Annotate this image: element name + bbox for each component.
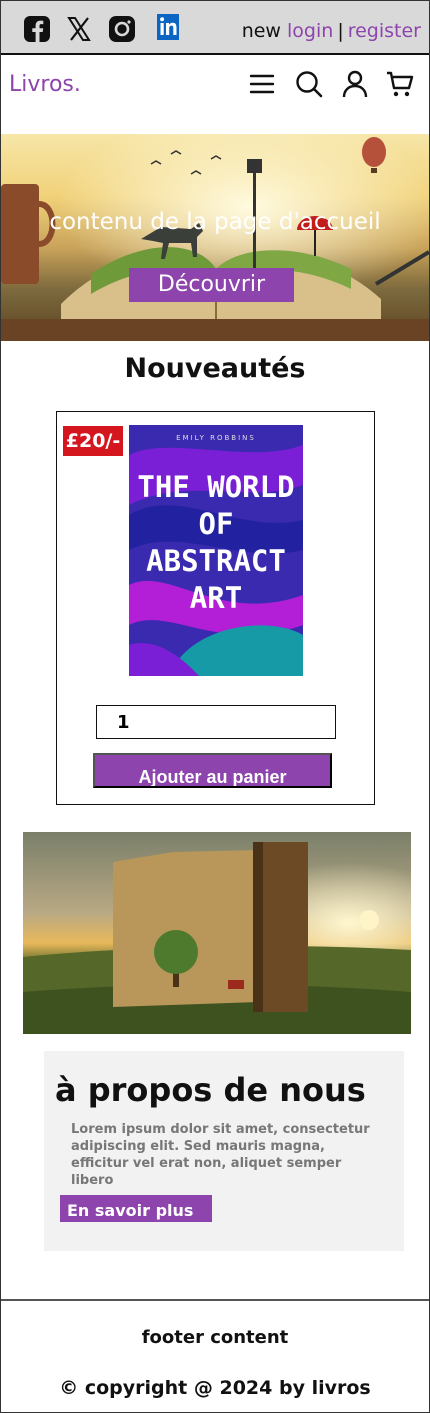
hero-banner: contenu de la page d'accueil Découvrir [1,134,429,341]
section-title: Nouveautés [124,353,306,384]
quantity-input[interactable] [96,705,336,739]
about-image [23,832,411,1034]
cover-author: EMILY ROBBINS [176,434,256,442]
facebook-icon[interactable] [23,15,51,43]
instagram-icon[interactable] [108,15,136,43]
cover-title: THE WORLD OF ABSTRACT ART [137,470,295,615]
learn-more-button[interactable]: En savoir plus [60,1195,212,1222]
auth-links: new login | register [242,20,421,42]
footer-divider [1,1299,429,1301]
user-icon[interactable] [340,69,370,99]
discover-button[interactable]: Découvrir [129,268,294,302]
about-image-art [23,832,411,1034]
add-to-cart-button[interactable]: Ajouter au panier [93,753,332,788]
auth-separator: | [337,20,344,42]
search-icon[interactable] [294,69,324,99]
footer-content: footer content [141,1327,289,1348]
book-cover[interactable]: EMILY ROBBINS THE WORLD OF ABSTRACT ART [129,425,303,676]
top-bar: new login | register [1,1,429,55]
cart-icon[interactable] [385,69,415,99]
x-icon[interactable] [65,15,93,43]
new-label: new [241,20,281,42]
hero-title: contenu de la page d'accueil [49,209,381,235]
linkedin-icon[interactable] [154,13,182,41]
register-link[interactable]: register [348,20,421,42]
hero-image [1,134,429,341]
about-title: à propos de nous [55,1071,366,1109]
about-text: Lorem ipsum dolor sit amet, consectetur … [71,1122,370,1188]
product-card: £20/- EMILY ROBBINS THE WORLD OF ABSTRAC… [56,411,375,805]
price-badge: £20/- [63,426,123,456]
about-panel: à propos de nous Lorem ipsum dolor sit a… [44,1051,404,1251]
copyright: © copyright @ 2024 by livros [59,1377,371,1399]
menu-icon[interactable] [247,69,277,99]
login-link[interactable]: login [287,20,333,42]
main-nav: Livros. [1,57,429,115]
logo[interactable]: Livros. [9,72,81,97]
